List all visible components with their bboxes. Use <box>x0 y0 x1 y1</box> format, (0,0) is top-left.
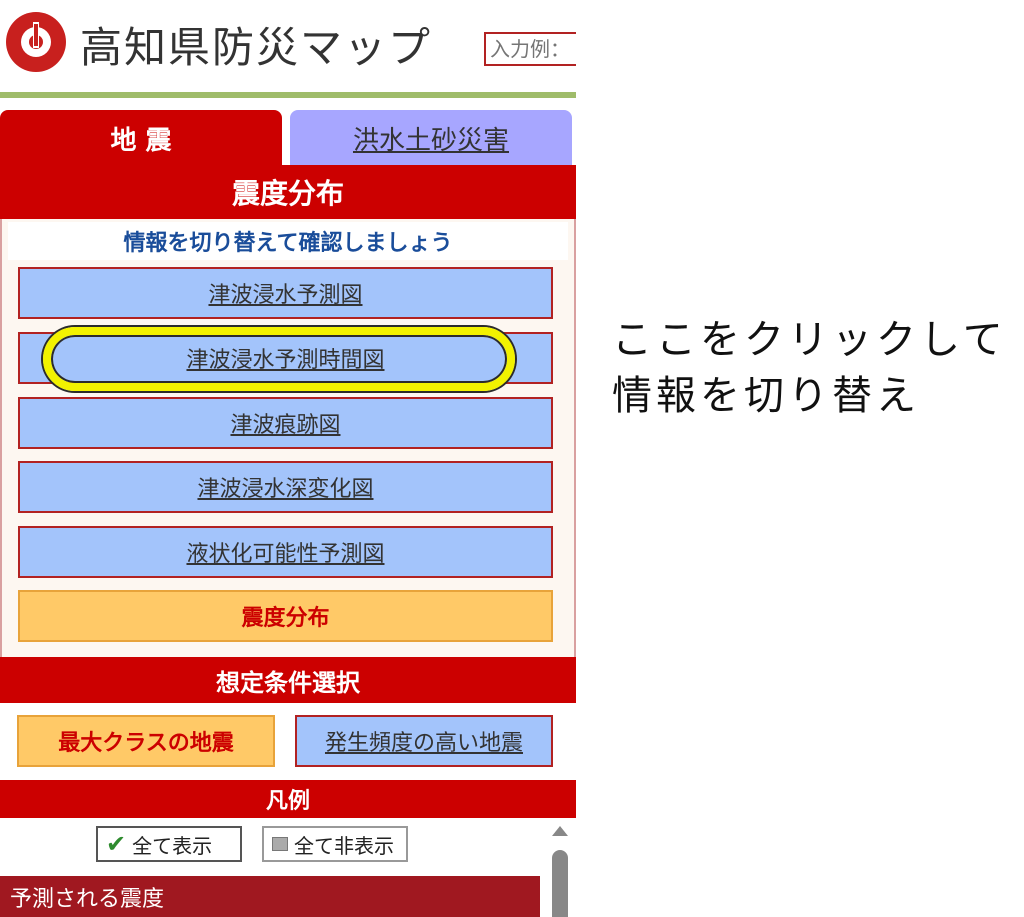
checkmark-icon: ✔ <box>106 830 127 858</box>
header-divider <box>0 92 576 98</box>
logo-bar-inner <box>34 24 38 46</box>
legend-title: 凡例 <box>0 780 576 818</box>
annotation-line-1: ここをクリックして <box>612 317 1007 363</box>
show-all-label: 全て表示 <box>132 833 213 858</box>
unchecked-box-icon <box>272 837 288 851</box>
hide-all-button[interactable]: 全て非表示 <box>262 826 408 862</box>
tsunami-trace-map-button[interactable]: 津波痕跡図 <box>18 397 553 449</box>
search-input[interactable] <box>484 32 576 66</box>
instruction-text: 情報を切り替えて確認しましょう <box>8 222 568 260</box>
tab-earthquake[interactable]: 地 震 <box>0 110 282 166</box>
seismic-intensity-button[interactable]: 震度分布 <box>18 590 553 642</box>
legend-item[interactable]: 予測される震度 <box>0 876 540 917</box>
liquefaction-map-button[interactable]: 液状化可能性予測図 <box>18 526 553 578</box>
show-all-button[interactable]: ✔ 全て表示 <box>96 826 242 862</box>
hide-all-label: 全て非表示 <box>294 833 394 858</box>
section-title: 震度分布 <box>0 165 576 219</box>
tsunami-inundation-time-map-button[interactable]: 津波浸水予測時間図 <box>18 332 553 384</box>
scroll-thumb[interactable] <box>552 850 568 917</box>
tab-flood-landslide[interactable]: 洪水土砂災害 <box>290 110 572 166</box>
max-class-quake-button[interactable]: 最大クラスの地震 <box>17 715 275 767</box>
annotation-line-2: 情報を切り替え <box>612 373 920 419</box>
map-side-panel: 高知県防災マップ 地 震 洪水土砂災害 震度分布 情報を切り替えて確認しましょう… <box>0 0 576 917</box>
frequent-quake-button[interactable]: 発生頻度の高い地震 <box>295 715 553 767</box>
tsunami-inundation-map-button[interactable]: 津波浸水予測図 <box>18 267 553 319</box>
scroll-up-arrow-icon[interactable] <box>552 826 568 836</box>
site-title: 高知県防災マップ <box>80 23 433 72</box>
legend-scrollbar[interactable] <box>548 826 572 917</box>
prefecture-logo-icon[interactable] <box>6 12 66 72</box>
condition-title: 想定条件選択 <box>0 657 576 703</box>
header: 高知県防災マップ <box>0 0 576 92</box>
annotation-text: ここをクリックして 情報を切り替え <box>612 312 1007 424</box>
tsunami-depth-change-map-button[interactable]: 津波浸水深変化図 <box>18 461 553 513</box>
